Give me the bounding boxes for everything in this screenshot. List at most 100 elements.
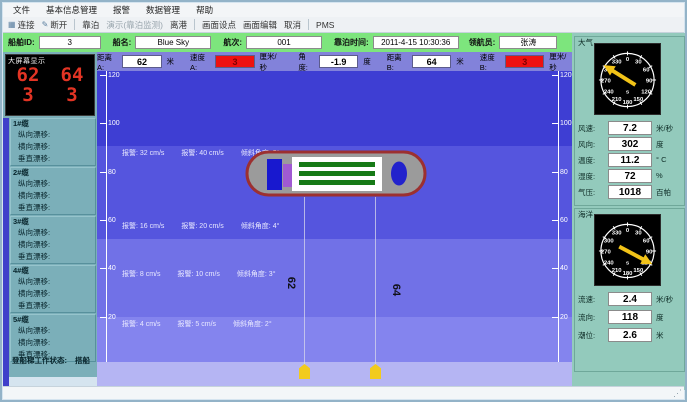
cable-group-4: 4#缆 纵向漂移: 横向漂移: 垂直漂移: — [10, 265, 96, 313]
dial-label: 270 — [601, 249, 612, 255]
wind-speed-label: 风速: — [578, 123, 595, 134]
temperature-unit: ° C — [656, 155, 667, 164]
tilt-text: 倾斜角度: 4° — [241, 221, 280, 231]
menu-data-mgmt[interactable]: 数据管理 — [146, 4, 180, 16]
toolbar-separator — [74, 19, 75, 30]
pressure-label: 气压: — [578, 187, 595, 198]
ship-id-field[interactable]: 3 — [39, 36, 101, 49]
toolbar-separator — [308, 19, 309, 30]
right-axis-label: 120 — [560, 72, 572, 80]
right-axis-label: 80 — [560, 169, 568, 177]
disconnect-icon: ✎ — [42, 20, 49, 29]
wind-direction-gauge: 0 30 60 90 120 150 180 210 240 270 300 3… — [594, 43, 661, 115]
axis-tick — [100, 75, 106, 76]
alarm-text: 报警: 8 cm/s — [122, 269, 161, 279]
dial-label: 0 — [626, 228, 630, 234]
chart-band — [97, 71, 572, 146]
ship-bow-block — [267, 159, 282, 190]
drift-row: 横向漂移: — [11, 239, 95, 251]
ship-deck-stripe — [299, 171, 375, 176]
display-distance-b: 64 — [61, 66, 84, 86]
pilot-label: 领航员: — [469, 37, 496, 48]
pms-button[interactable]: PMS — [316, 20, 334, 30]
tide-level-row: 潮位: 2.6 米 — [572, 328, 687, 342]
dial-label: 180 — [623, 271, 634, 277]
connect-button[interactable]: ▦ 连接 — [8, 19, 35, 31]
dial-label: 240 — [604, 89, 615, 95]
status-bar: ⋰ — [3, 386, 684, 399]
drift-row: 垂直漂移: — [11, 153, 95, 165]
ship-name-field[interactable]: Blue Sky — [135, 36, 211, 49]
current-speed-row: 流速: 2.4 米/秒 — [572, 292, 687, 306]
resize-grip[interactable]: ⋰ — [673, 389, 682, 398]
axis-tick — [552, 268, 558, 269]
screen-set-point-button[interactable]: 画面设点 — [202, 19, 236, 31]
berth-button[interactable]: 靠泊 — [82, 19, 99, 31]
dial-label: 240 — [604, 260, 615, 266]
drift-row: 纵向漂移: — [11, 325, 95, 337]
drift-row: 垂直漂移: — [11, 251, 95, 263]
tilt-text: 倾斜角度: 3° — [237, 269, 276, 279]
dist-b-unit: 米 — [456, 56, 464, 67]
dial-label: 210 — [612, 97, 623, 103]
alarm-text: 报警: 32 cm/s — [122, 148, 164, 158]
tide-level-value: 2.6 — [608, 328, 652, 342]
temperature-value: 11.2 — [608, 153, 652, 167]
display-speed-a: 3 — [22, 86, 33, 106]
cable-group-1: 1#缆 纵向漂移: 横向漂移: 垂直漂移: — [10, 118, 96, 166]
menu-basic-info[interactable]: 基本信息管理 — [46, 4, 97, 16]
ship-id-label: 船舶ID: — [8, 37, 35, 48]
angle-unit: 度 — [363, 56, 371, 67]
distance-readout-bar: 距离A: 62 米 速度A: 3 厘米/秒 角度: -1.9 度 距离B: 64… — [97, 52, 572, 71]
screen-edit-button[interactable]: 画面编辑 — [243, 19, 277, 31]
app-window: 文件 基本信息管理 报警 数据管理 帮助 ▦ 连接 ✎ 断开 靠泊 演示(靠泊监… — [0, 0, 687, 402]
dial-label: 30 — [635, 60, 642, 66]
voyage-field[interactable]: 001 — [246, 36, 322, 49]
alarm-row-4: 报警: 4 cm/s 报警: 5 cm/s 倾斜角度: 2° — [122, 319, 272, 329]
gangway-status-value: 搭船 — [75, 355, 90, 366]
demo-button[interactable]: 演示(靠泊监测) — [106, 19, 163, 31]
dial-label: 300 — [604, 239, 615, 245]
menu-bar: 文件 基本信息管理 报警 数据管理 帮助 — [3, 3, 684, 17]
drift-row: 横向漂移: — [11, 190, 95, 202]
cable-group-label: 3#缆 — [11, 217, 95, 227]
sensor-line-b — [375, 197, 376, 365]
current-speed-unit: 米/秒 — [656, 294, 673, 305]
berth-time-label: 靠泊时间: — [334, 37, 369, 48]
axis-tick — [100, 220, 106, 221]
left-axis-label: 20 — [108, 314, 116, 322]
cable-group-3: 3#缆 纵向漂移: 横向漂移: 垂直漂移: — [10, 216, 96, 264]
dial-label: 90 — [646, 249, 653, 255]
menu-help[interactable]: 帮助 — [196, 4, 213, 16]
menu-alarm[interactable]: 报警 — [113, 4, 130, 16]
axis-tick — [100, 268, 106, 269]
ship-deck-stripe — [299, 180, 375, 185]
left-axis-label: 120 — [108, 72, 120, 80]
dial-label: 180 — [623, 100, 634, 106]
humidity-unit: % — [656, 171, 663, 180]
axis-tick — [552, 220, 558, 221]
depart-button[interactable]: 离港 — [170, 19, 187, 31]
right-axis-label: 60 — [560, 217, 568, 225]
disconnect-button[interactable]: ✎ 断开 — [42, 19, 68, 31]
alarm-text: 报警: 40 cm/s — [181, 148, 223, 158]
display-distance-a: 62 — [17, 66, 40, 86]
left-axis-label: 100 — [108, 120, 120, 128]
axis-tick — [552, 317, 558, 318]
cancel-button[interactable]: 取消 — [284, 19, 301, 31]
speed-b-label: 速度B: — [480, 52, 500, 72]
berth-time-field[interactable]: 2011-4-15 10:30:36 — [373, 36, 459, 49]
tide-level-unit: 米 — [656, 330, 664, 341]
cable-group-label: 4#缆 — [11, 266, 95, 276]
axis-tick — [100, 172, 106, 173]
ocean-group-title: 海洋 — [578, 209, 593, 220]
speed-a-label: 速度A: — [190, 52, 210, 72]
axis-tick — [100, 317, 106, 318]
menu-file[interactable]: 文件 — [13, 4, 30, 16]
pilot-field[interactable]: 张涛 — [499, 36, 557, 49]
speed-a-value: 3 — [215, 55, 254, 68]
humidity-value: 72 — [608, 169, 652, 183]
tilt-text: 倾斜角度: 2° — [233, 319, 272, 329]
drift-row: 横向漂移: — [11, 141, 95, 153]
pressure-row: 气压: 1018 百帕 — [572, 185, 687, 199]
